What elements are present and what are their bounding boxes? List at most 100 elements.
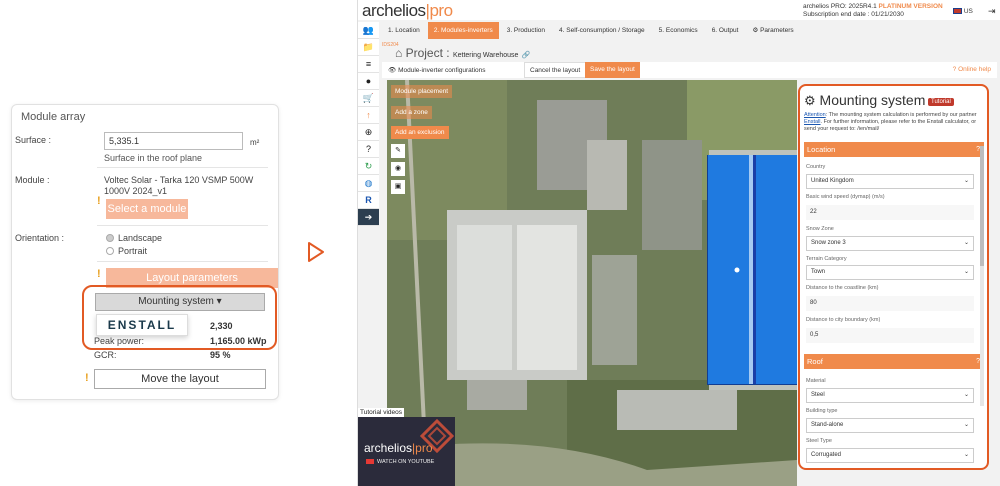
module-placement-button[interactable]: Module placement: [391, 85, 453, 98]
tutorial-video-thumbnail[interactable]: archelios|pro WATCH ON YOUTUBE: [358, 417, 455, 486]
country-value: United Kingdom: [811, 178, 854, 184]
enstall-option[interactable]: ENSTALL: [96, 314, 188, 336]
plan-badge: PLATINUM VERSION: [878, 3, 943, 10]
coastline-distance-input[interactable]: 80: [806, 296, 974, 311]
home-icon[interactable]: ⌂: [395, 46, 402, 60]
wind-speed-input[interactable]: 22: [806, 205, 974, 220]
pencil-icon[interactable]: ✎: [391, 144, 405, 158]
sidebar-target-icon[interactable]: ⊕: [358, 124, 379, 141]
roof-section-header[interactable]: Roof ?: [804, 354, 984, 369]
peak-power-value: 1,165.00 kWp: [210, 336, 267, 346]
language-label: US: [963, 8, 973, 15]
sidebar-arrow-up-icon[interactable]: ↑: [358, 107, 379, 124]
compass-icon[interactable]: ◉: [391, 162, 405, 176]
material-select[interactable]: Steel ⌄: [806, 388, 974, 403]
tab-parameters[interactable]: ⚙ Parameters: [746, 22, 800, 39]
tutorial-badge[interactable]: Tutorial: [928, 98, 954, 106]
save-layout-button[interactable]: Save the layout: [585, 62, 640, 78]
building-type-value: Stand-alone: [811, 422, 844, 428]
project-name: Kettering Warehouse: [452, 52, 519, 59]
panel-scrollbar[interactable]: [980, 146, 984, 406]
online-help-link[interactable]: ? Online help: [953, 66, 991, 73]
orientation-portrait[interactable]: Portrait: [106, 246, 147, 256]
surface-note: Surface in the roof plane: [104, 153, 203, 163]
panel-title-text: Mounting system: [819, 92, 926, 108]
module-array-card: Module array Surface : 5,335.1 m² Surfac…: [11, 104, 279, 400]
tab-economics[interactable]: 5. Economics: [652, 22, 704, 39]
material-label: Material: [806, 378, 826, 384]
chevron-down-icon: ▾: [216, 296, 222, 307]
surface-unit: m²: [250, 138, 260, 147]
pv-array[interactable]: [707, 155, 797, 385]
layers-icon[interactable]: ▣: [391, 180, 405, 194]
snow-zone-select[interactable]: Snow zone 3 ⌄: [806, 236, 974, 251]
sidebar-folder-icon[interactable]: 📁: [358, 39, 379, 56]
sidebar-r-icon[interactable]: R: [358, 192, 379, 209]
tab-self-consumption[interactable]: 4. Self-consumption / Storage: [553, 22, 651, 39]
add-exclusion-button[interactable]: Add an exclusion: [391, 126, 449, 139]
attention-text: : The mounting system calculation is per…: [825, 112, 977, 118]
logout-icon[interactable]: ⇥: [988, 6, 996, 17]
mounting-system-panel: ⚙ Mounting system Tutorial Attention: Th…: [798, 84, 989, 470]
sidebar-user-icon[interactable]: ●: [358, 73, 379, 90]
gcr-value: 95 %: [210, 350, 231, 360]
language-selector[interactable]: US: [953, 8, 973, 15]
video-logo-pro: pro: [415, 441, 433, 455]
attention-note: Attention: The mounting system calculati…: [804, 112, 984, 133]
location-section-header[interactable]: Location ?: [804, 142, 984, 157]
sidebar-users-icon[interactable]: 👥: [358, 22, 379, 39]
chevron-down-icon: ⌄: [963, 422, 969, 428]
cancel-layout-button[interactable]: Cancel the layout: [524, 62, 587, 78]
radio-icon[interactable]: [106, 234, 114, 242]
tab-modules-inverters[interactable]: 2. Modules-inverters: [427, 22, 499, 39]
video-logo: archelios|pro: [364, 441, 433, 455]
add-zone-button[interactable]: Add a zone: [391, 106, 432, 119]
country-select[interactable]: United Kingdom ⌄: [806, 174, 974, 189]
card-title: Module array: [21, 111, 86, 123]
watch-label: WATCH ON YOUTUBE: [377, 459, 435, 465]
building-type-select[interactable]: Stand-alone ⌄: [806, 418, 974, 433]
sidebar-database-icon[interactable]: ≡: [358, 56, 379, 73]
play-arrow-icon: [308, 242, 324, 262]
city-distance-input[interactable]: 0,5: [806, 328, 974, 343]
chevron-down-icon: ⌄: [963, 452, 969, 458]
mounting-system-label: Mounting system: [138, 296, 214, 307]
snow-zone-value: Snow zone 3: [811, 240, 846, 246]
app-logo: archelios|pro: [362, 1, 453, 21]
location-section-title: Location: [807, 145, 836, 154]
sidebar-globe-icon[interactable]: ◍: [358, 175, 379, 192]
chevron-down-icon: ⌄: [963, 240, 969, 246]
select-module-button[interactable]: Select a module: [106, 199, 188, 219]
youtube-icon: [366, 459, 374, 465]
terrain-category-select[interactable]: Town ⌄: [806, 265, 974, 280]
tab-output[interactable]: 6. Output: [705, 22, 745, 39]
sidebar-arrow-right-icon[interactable]: ➔: [358, 209, 379, 226]
mounting-system-button[interactable]: Mounting system ▾: [95, 293, 265, 311]
sidebar-cart-icon[interactable]: 🛒: [358, 90, 379, 107]
radio-icon[interactable]: [106, 247, 114, 255]
orientation-landscape[interactable]: Landscape: [106, 233, 162, 243]
steel-type-select[interactable]: Corrugated ⌄: [806, 448, 974, 463]
sidebar-refresh-icon[interactable]: ↻: [358, 158, 379, 175]
video-logo-main: archelios: [364, 441, 413, 455]
archelios-app-window: archelios|pro archelios PRO: 2025R4.1 PL…: [357, 0, 1000, 486]
project-prefix: Project :: [405, 46, 450, 60]
eye-icon: 👁: [388, 67, 397, 74]
tab-production[interactable]: 3. Production: [500, 22, 552, 39]
sidebar-help-icon[interactable]: ?: [358, 141, 379, 158]
move-layout-button[interactable]: Move the layout: [94, 369, 266, 389]
surface-label: Surface :: [15, 135, 52, 145]
link-icon[interactable]: 🔗: [522, 52, 531, 59]
gcr-label: GCR:: [94, 350, 117, 360]
divider: [97, 167, 268, 168]
tab-location[interactable]: 1. Location: [382, 22, 426, 39]
watch-on-youtube[interactable]: WATCH ON YOUTUBE: [366, 459, 434, 465]
orientation-label: Orientation :: [15, 233, 65, 243]
flag-icon: [953, 8, 962, 15]
enstall-link[interactable]: Enstall: [804, 119, 821, 125]
attention-word: Attention: [804, 112, 826, 118]
scrollbar-thumb[interactable]: [980, 146, 984, 266]
chevron-down-icon: ⌄: [963, 178, 969, 184]
surface-input[interactable]: 5,335.1: [104, 132, 243, 150]
version-text: archelios PRO: 2025R4.1: [803, 3, 877, 10]
